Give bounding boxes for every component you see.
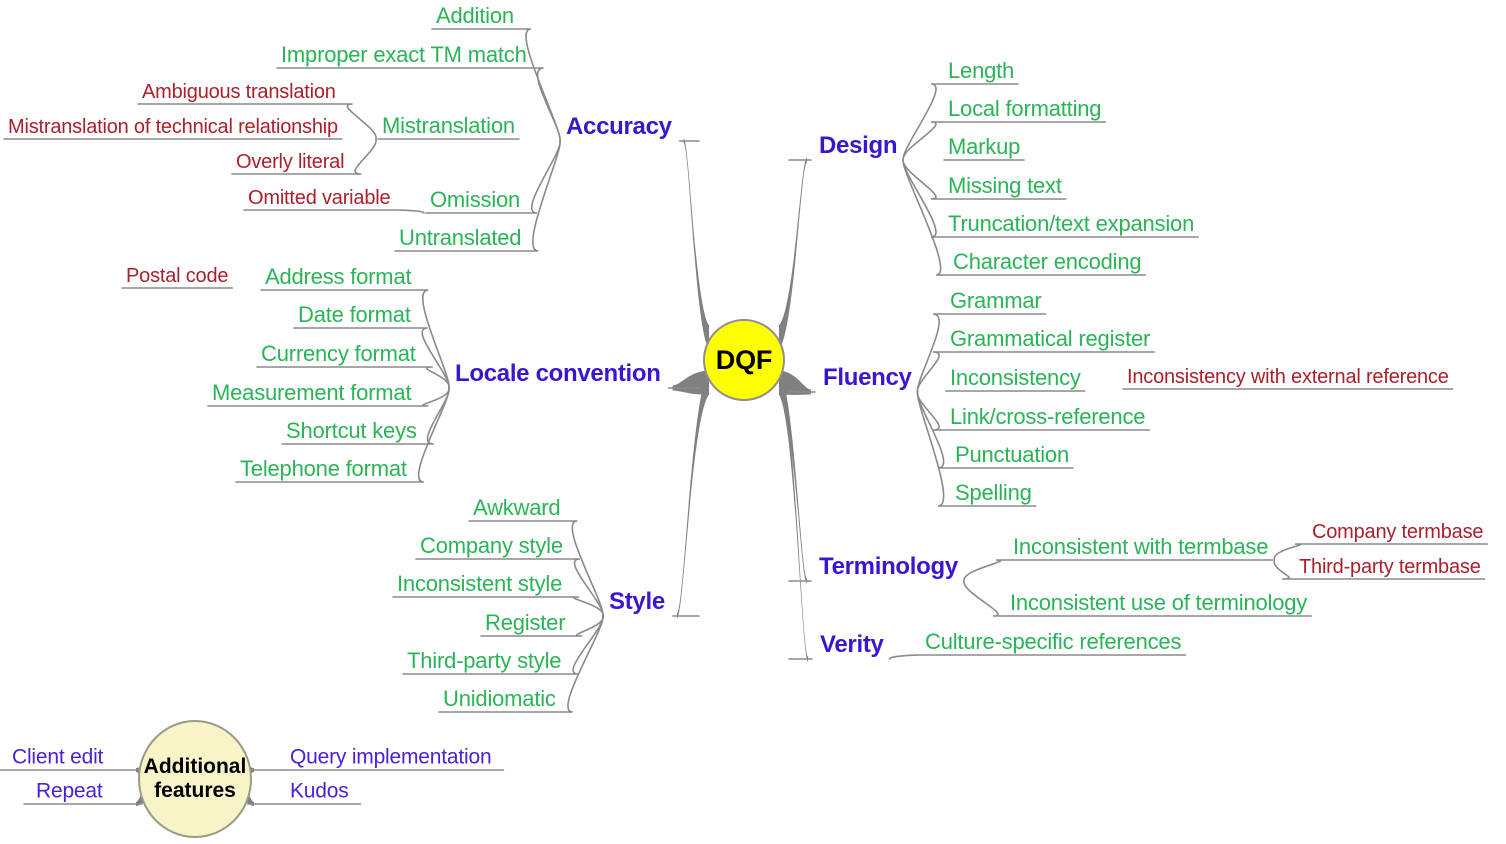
node-punctuation[interactable]: Punctuation [955,444,1069,466]
node-untranslated[interactable]: Untranslated [399,227,522,249]
node-inconsistent-style[interactable]: Inconsistent style [397,573,562,595]
node-repeat[interactable]: Repeat [36,781,103,802]
root-node-label: DQF [715,344,773,375]
node-inconsistent-with-termbase[interactable]: Inconsistent with termbase [1013,536,1268,558]
node-culture-specific-references[interactable]: Culture-specific references [925,631,1181,653]
node-date-format[interactable]: Date format [298,304,411,326]
branch-label-design[interactable]: Design [819,134,898,158]
node-addition[interactable]: Addition [436,5,514,27]
thin-connector-group [0,28,1489,805]
node-truncation-text-expansion[interactable]: Truncation/text expansion [948,213,1194,235]
node-inconsistency-with-external-reference[interactable]: Inconsistency with external reference [1127,367,1449,387]
node-kudos[interactable]: Kudos [290,781,349,802]
node-grammar[interactable]: Grammar [950,290,1042,312]
branch-label-style[interactable]: Style [609,590,665,614]
node-measurement-format[interactable]: Measurement format [212,382,412,404]
node-omission[interactable]: Omission [430,189,520,211]
node-telephone-format[interactable]: Telephone format [240,458,407,480]
node-markup[interactable]: Markup [948,136,1020,158]
node-link-cross-reference[interactable]: Link/cross-reference [950,406,1146,428]
node-grammatical-register[interactable]: Grammatical register [950,328,1150,350]
node-inconsistent-use-of-terminology[interactable]: Inconsistent use of terminology [1010,592,1307,614]
node-client-edit[interactable]: Client edit [12,747,103,768]
node-company-termbase[interactable]: Company termbase [1312,522,1484,542]
node-mistranslation-of-technical-relationship[interactable]: Mistranslation of technical relationship [8,117,338,137]
branch-label-verity[interactable]: Verity [820,633,884,657]
node-third-party-style[interactable]: Third-party style [407,650,562,672]
additional-features-line1: Additional [143,754,247,778]
node-spelling[interactable]: Spelling [955,482,1032,504]
branch-label-locale-convention[interactable]: Locale convention [455,362,661,386]
node-awkward[interactable]: Awkward [473,497,561,519]
node-postal-code[interactable]: Postal code [126,266,229,286]
node-address-format[interactable]: Address format [265,266,412,288]
node-character-encoding[interactable]: Character encoding [953,251,1142,273]
node-length[interactable]: Length [948,60,1014,82]
branch-label-terminology[interactable]: Terminology [819,555,958,579]
node-unidiomatic[interactable]: Unidiomatic [443,688,556,710]
node-ambiguous-translation[interactable]: Ambiguous translation [142,82,336,102]
node-mistranslation[interactable]: Mistranslation [382,115,515,137]
branch-label-fluency[interactable]: Fluency [823,366,912,390]
mindmap-canvas: DQF Additional features Accuracy Addition… [0,0,1506,844]
node-currency-format[interactable]: Currency format [261,343,416,365]
node-missing-text[interactable]: Missing text [948,175,1062,197]
root-node-dqf[interactable]: DQF [703,319,785,401]
node-improper-exact-tm-match[interactable]: Improper exact TM match [281,44,527,66]
additional-features-line2: features [154,779,236,802]
node-query-implementation[interactable]: Query implementation [290,747,492,768]
branch-label-accuracy[interactable]: Accuracy [566,115,672,139]
node-third-party-termbase[interactable]: Third-party termbase [1299,557,1481,577]
node-omitted-variable[interactable]: Omitted variable [248,188,391,208]
node-register[interactable]: Register [485,612,566,634]
node-shortcut-keys[interactable]: Shortcut keys [286,420,417,442]
additional-features-label: Additional features [144,755,247,803]
additional-features-node[interactable]: Additional features [138,720,252,838]
node-company-style[interactable]: Company style [420,535,563,557]
node-overly-literal[interactable]: Overly literal [236,152,345,172]
node-local-formatting[interactable]: Local formatting [948,98,1102,120]
node-inconsistency[interactable]: Inconsistency [950,367,1081,389]
